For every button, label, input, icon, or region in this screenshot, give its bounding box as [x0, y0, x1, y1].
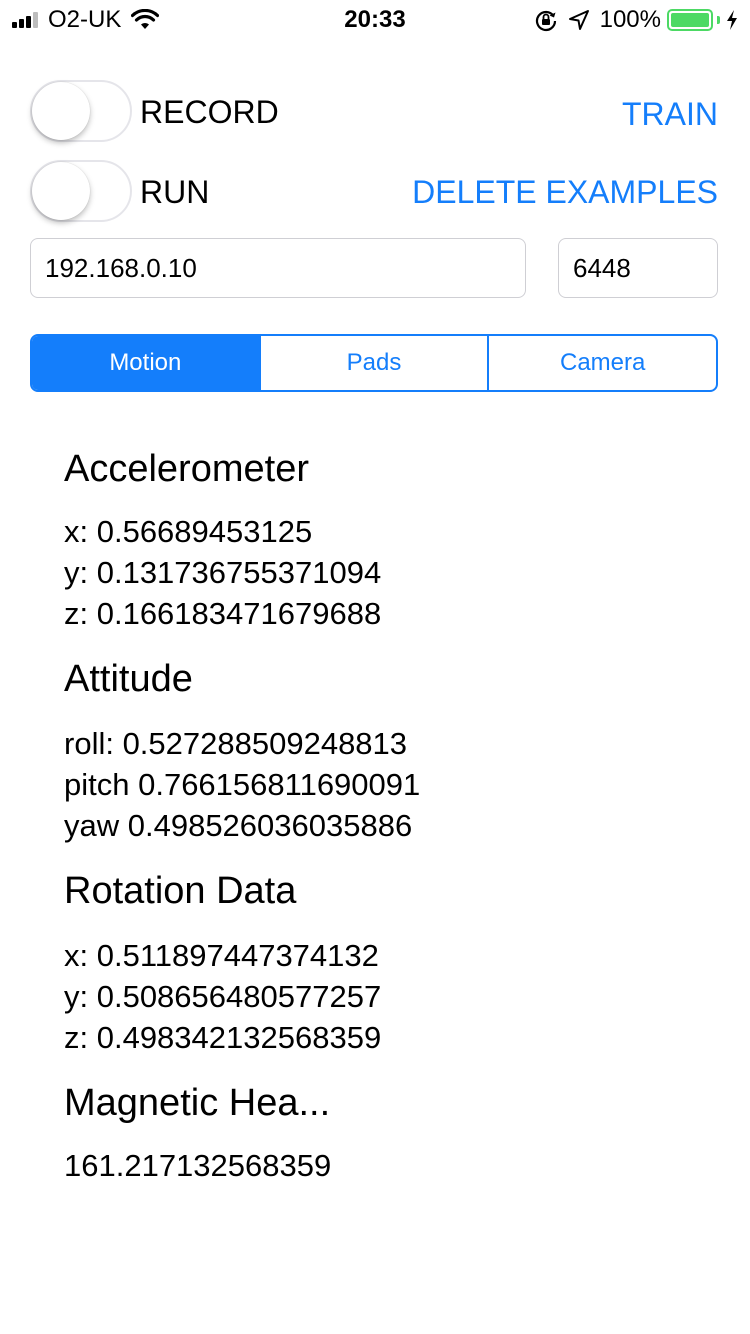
- tab-camera[interactable]: Camera: [489, 336, 716, 390]
- run-switch-knob: [32, 162, 90, 220]
- attitude-pitch: pitch 0.766156811690091: [64, 767, 421, 802]
- rotation-heading: Rotation Data: [64, 870, 297, 912]
- tab-pads[interactable]: Pads: [261, 336, 490, 390]
- battery-icon: [667, 9, 713, 31]
- battery-percent: 100%: [599, 6, 661, 33]
- record-switch-knob: [32, 82, 90, 140]
- record-switch[interactable]: [30, 80, 132, 142]
- attitude-yaw: yaw 0.498526036035886: [64, 808, 413, 843]
- run-switch[interactable]: [30, 160, 132, 222]
- rotation-z: z: 0.498342132568359: [64, 1020, 382, 1055]
- tab-motion[interactable]: Motion: [32, 336, 261, 390]
- charging-icon: [727, 10, 737, 30]
- rotation-y: y: 0.508656480577257: [64, 979, 382, 1014]
- run-label: RUN: [140, 174, 210, 210]
- magnetic-heading-value: 161.217132568359: [64, 1148, 332, 1183]
- accelerometer-heading: Accelerometer: [64, 448, 309, 490]
- accelerometer-z: z: 0.166183471679688: [64, 596, 382, 631]
- battery-fill: [671, 13, 709, 27]
- ip-address-field[interactable]: 192.168.0.10: [30, 238, 526, 298]
- accelerometer-y: y: 0.131736755371094: [64, 555, 382, 590]
- delete-examples-button[interactable]: DELETE EXAMPLES: [412, 174, 718, 211]
- rotation-x: x: 0.511897447374132: [64, 938, 379, 973]
- rotation-lock-icon: [535, 10, 556, 32]
- status-bar: O2-UK 20:33 100%: [0, 0, 750, 40]
- train-button[interactable]: TRAIN: [622, 96, 718, 133]
- attitude-heading: Attitude: [64, 658, 193, 700]
- magnetic-heading-title: Magnetic Hea...: [64, 1082, 331, 1124]
- location-icon: [568, 10, 589, 30]
- status-bar-right: 100%: [534, 6, 738, 34]
- accelerometer-x: x: 0.56689453125: [64, 514, 313, 549]
- port-field[interactable]: 6448: [558, 238, 718, 298]
- battery-tip: [717, 16, 720, 24]
- mode-segmented-control: Motion Pads Camera: [30, 334, 718, 392]
- attitude-roll: roll: 0.527288509248813: [64, 726, 408, 761]
- record-label: RECORD: [140, 94, 279, 130]
